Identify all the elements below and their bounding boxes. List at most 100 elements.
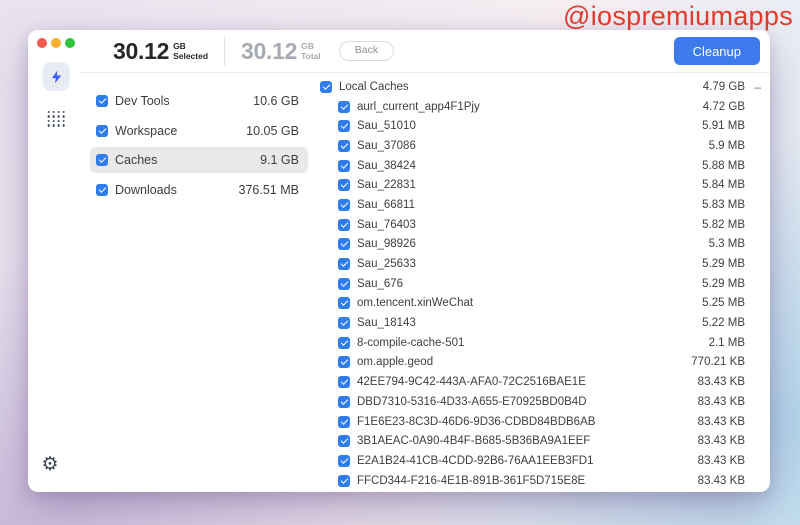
selected-size-value: 30.12 [113,37,170,64]
file-name: Sau_25633 [357,258,416,271]
category-row[interactable]: Downloads 376.51 MB [90,177,308,203]
file-row[interactable]: 42EE794-9C42-443A-AFA0-72C2516BAE1E 83.4… [320,372,761,392]
cleanup-button[interactable]: Cleanup [673,37,760,65]
file-row[interactable]: Sau_51010 5.91 MB [320,116,761,136]
rail-item-apps[interactable] [43,104,70,133]
file-name: Sau_66811 [357,198,415,211]
checkbox-checked[interactable] [96,154,108,166]
category-size: 10.6 GB [253,94,299,108]
file-size: 5.25 MB [702,297,745,310]
checkbox-checked[interactable] [338,356,350,369]
checkbox-checked[interactable] [338,159,350,172]
checkbox-checked[interactable] [338,100,350,113]
file-size: 83.43 KB [697,376,745,389]
desktop-background: @iospremiumapps ⚙ 30.12 GB Selected 30.1… [0,0,800,525]
zoom-button[interactable] [65,38,75,48]
file-row[interactable]: aurl_current_app4F1Pjy 4.72 GB [320,97,761,117]
main-content: Dev Tools 10.6 GB Workspace 10.05 GB Cac… [80,73,770,492]
file-row[interactable]: 3B1AEAC-0A90-4B4F-B685-5B36BA9A1EEF 83.4… [320,431,761,451]
category-row[interactable]: Dev Tools 10.6 GB [90,88,308,114]
file-row[interactable]: Local Caches 4.79 GB – [320,77,761,97]
file-size: 5.3 MB [708,238,745,251]
file-row[interactable]: Sau_38424 5.88 MB [320,156,761,176]
file-row[interactable]: Sau_66811 5.83 MB [320,195,761,215]
checkbox-checked[interactable] [338,297,350,310]
file-row[interactable]: Sau_76403 5.82 MB [320,215,761,235]
category-row[interactable]: Workspace 10.05 GB [90,118,308,144]
file-name: E2A1B24-41CB-4CDD-92B6-76AA1EEB3FD1 [357,454,594,467]
file-size: 4.72 GB [702,100,745,113]
rail-item-quick-clean[interactable] [42,62,70,91]
file-row[interactable]: om.apple.geod 770.21 KB [320,353,761,373]
close-button[interactable] [37,38,47,48]
file-size: 5.9 MB [708,139,745,152]
minimize-button[interactable] [51,38,61,48]
total-size-value: 30.12 [241,37,298,64]
back-button[interactable]: Back [338,41,395,61]
checkbox-checked[interactable] [338,454,350,467]
total-size-unit: GB Total [301,40,321,61]
file-name: 3B1AEAC-0A90-4B4F-B685-5B36BA9A1EEF [357,435,591,448]
checkbox-checked[interactable] [338,198,350,211]
file-size: 5.84 MB [702,179,745,192]
checkbox-checked[interactable] [338,435,350,448]
header-bar: 30.12 GB Selected 30.12 GB Total Back Cl… [80,30,770,73]
file-row[interactable]: om.tencent.xinWeChat 5.25 MB [320,294,761,314]
checkbox-checked[interactable] [338,395,350,408]
checkbox-checked[interactable] [338,238,350,251]
lightning-icon [51,70,61,83]
header-divider [224,36,226,66]
file-row[interactable]: Sau_18143 5.22 MB [320,313,761,333]
file-row[interactable]: FFCD344-F216-4E1B-891B-361F5D715E8E 83.4… [320,471,761,491]
file-row[interactable]: Sau_25633 5.29 MB [320,254,761,274]
checkbox-checked[interactable] [338,179,350,192]
file-row[interactable]: Sau_676 5.29 MB [320,274,761,294]
gear-icon: ⚙ [41,453,59,475]
collapse-toggle[interactable]: – [745,80,761,94]
checkbox-checked[interactable] [338,336,350,349]
selected-size-stat: 30.12 GB Selected [113,38,208,65]
file-row[interactable]: Sau_37086 5.9 MB [320,136,761,156]
checkbox-checked[interactable] [338,415,350,428]
checkbox-checked[interactable] [338,120,350,133]
icon-rail: ⚙ [28,30,80,492]
checkbox-checked[interactable] [96,95,108,107]
checkbox-checked[interactable] [338,139,350,152]
file-size: 5.91 MB [702,120,745,133]
file-size: 5.22 MB [702,317,745,330]
file-name: om.tencent.xinWeChat [357,297,474,310]
checkbox-checked[interactable] [338,376,350,389]
checkbox-checked[interactable] [338,317,350,330]
checkbox-checked[interactable] [96,124,108,137]
file-size: 2.1 MB [708,336,745,349]
file-name: 8-compile-cache-501 [357,336,465,349]
file-row[interactable]: 8-compile-cache-501 2.1 MB [320,333,761,353]
checkbox-checked[interactable] [320,80,332,93]
traffic-lights [37,38,75,48]
file-name: Sau_37086 [357,139,416,152]
file-size: 5.29 MB [702,258,745,271]
file-size: 770.21 KB [691,356,745,369]
file-size: 83.43 KB [697,474,745,487]
checkbox-checked[interactable] [338,474,350,487]
file-row[interactable]: Sau_98926 5.3 MB [320,235,761,255]
file-size: 5.82 MB [702,218,745,231]
category-panel: Dev Tools 10.6 GB Workspace 10.05 GB Cac… [80,73,320,492]
file-row[interactable]: DBD7310-5316-4D33-A655-E70925BD0B4D 83.4… [320,392,761,412]
file-size: 83.43 KB [697,415,745,428]
checkbox-checked[interactable] [96,183,108,196]
file-size: 83.43 KB [697,435,745,448]
file-row[interactable]: F1E6E23-8C3D-46D6-9D36-CDBD84BDB6AB 83.4… [320,412,761,432]
grid-dots-icon [47,110,65,127]
file-name: Sau_38424 [357,159,416,172]
checkbox-checked[interactable] [338,218,350,231]
file-row[interactable]: E2A1B24-41CB-4CDD-92B6-76AA1EEB3FD1 83.4… [320,451,761,471]
file-row[interactable]: Sau_22831 5.84 MB [320,175,761,195]
file-name: Sau_676 [357,277,404,290]
file-name: Local Caches [339,80,409,93]
category-label: Downloads [115,182,177,197]
settings-button[interactable]: ⚙ [28,455,72,474]
checkbox-checked[interactable] [338,258,350,271]
category-row[interactable]: Caches 9.1 GB [90,147,308,173]
checkbox-checked[interactable] [338,277,350,290]
